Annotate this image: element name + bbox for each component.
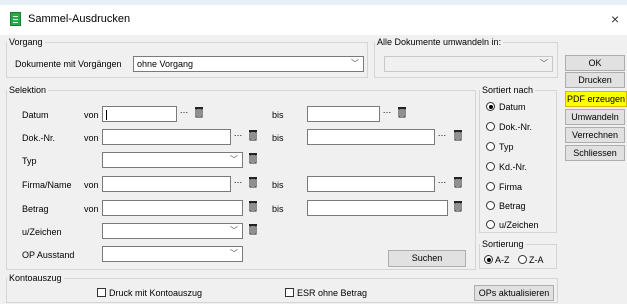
firma-bis-clear-icon[interactable] (453, 176, 463, 188)
umwandeln-legend: Alle Dokumente umwandeln in: (377, 37, 502, 47)
datum-bis-picker-icon[interactable]: … (381, 106, 393, 119)
datum-von-picker-icon[interactable]: … (178, 106, 190, 119)
betrag-bis-label: bis (272, 204, 284, 214)
sort-label-uzeichen: u/Zeichen (499, 220, 539, 230)
sort-label-betrag: Betrag (499, 201, 526, 211)
datum-von-clear-icon[interactable] (194, 106, 204, 118)
sort-radio-typ[interactable] (486, 142, 495, 151)
sortiert-legend: Sortiert nach (482, 85, 534, 95)
firma-bis-input[interactable] (307, 176, 435, 192)
sort-label-datum: Datum (499, 102, 526, 112)
chevron-down-icon: ﹀ (230, 249, 238, 258)
doknr-bis-picker-icon[interactable]: … (436, 129, 448, 142)
umwandeln-select[interactable]: ﹀ (384, 56, 553, 72)
sort-label-typ: Typ (499, 142, 514, 152)
firma-von-label: von (84, 180, 99, 190)
doknr-bis-label: bis (272, 133, 284, 143)
uzeichen-select[interactable]: ﹀ (102, 223, 243, 239)
sort-label-kdnr: Kd.-Nr. (499, 162, 528, 172)
datum-bis-label: bis (272, 110, 284, 120)
kontoauszug-legend: Kontoauszug (9, 273, 62, 283)
sort-label-firma: Firma (499, 182, 522, 192)
datum-label: Datum (22, 110, 49, 120)
firma-bis-label: bis (272, 180, 284, 190)
sort-radio-datum[interactable] (486, 102, 495, 111)
text-caret (106, 110, 107, 120)
schliessen-button[interactable]: Schliessen (565, 145, 625, 161)
doknr-label: Dok.-Nr. (22, 133, 56, 143)
sort-radio-betrag[interactable] (486, 201, 495, 210)
doknr-bis-clear-icon[interactable] (453, 129, 463, 141)
suchen-button[interactable]: Suchen (388, 250, 466, 267)
betrag-bis-input[interactable] (307, 200, 448, 216)
sortierung-group: Sortierung (479, 239, 557, 269)
doknr-von-picker-icon[interactable]: … (232, 129, 244, 142)
sortierung-radio-za[interactable] (518, 255, 527, 264)
doknr-von-label: von (84, 133, 99, 143)
firma-label: Firma/Name (22, 180, 72, 190)
sortierung-legend: Sortierung (482, 239, 524, 249)
vorgang-value: ohne Vorgang (137, 59, 194, 69)
uzeichen-label: u/Zeichen (22, 227, 62, 237)
sort-radio-firma[interactable] (486, 182, 495, 191)
esr-label: ESR ohne Betrag (297, 288, 368, 298)
kontoauszug-checkbox[interactable] (97, 288, 106, 297)
vorgang-select[interactable]: ohne Vorgang ﹀ (133, 56, 364, 72)
selektion-legend: Selektion (9, 85, 47, 95)
op-label: OP Ausstand (22, 250, 75, 260)
umwandeln-button[interactable]: Umwandeln (565, 109, 625, 125)
betrag-bis-clear-icon[interactable] (453, 200, 463, 212)
sortierung-label-za: Z-A (529, 255, 544, 265)
firma-von-picker-icon[interactable]: … (232, 176, 244, 189)
sortierung-radio-az[interactable] (484, 255, 493, 264)
kontoauszug-label: Druck mit Kontoauszug (109, 288, 203, 298)
betrag-von-label: von (84, 204, 99, 214)
betrag-label: Betrag (22, 204, 49, 214)
typ-select[interactable]: ﹀ (102, 152, 243, 168)
vorgang-legend: Vorgang (9, 37, 43, 47)
verrechnen-button[interactable]: Verrechnen (565, 127, 625, 143)
uzeichen-clear-icon[interactable] (248, 223, 258, 235)
drucken-button[interactable]: Drucken (565, 72, 625, 88)
firma-von-clear-icon[interactable] (248, 176, 258, 188)
op-select[interactable]: ﹀ (102, 246, 243, 262)
datum-bis-input[interactable] (307, 106, 380, 122)
chevron-down-icon: ﹀ (230, 155, 238, 164)
close-icon[interactable]: × (611, 11, 619, 27)
chevron-down-icon: ﹀ (351, 59, 359, 68)
chevron-down-icon: ﹀ (230, 226, 238, 235)
ops-aktualisieren-button[interactable]: OPs aktualisieren (474, 285, 554, 301)
vorgang-label: Dokumente mit Vorgängen (15, 59, 122, 69)
typ-clear-icon[interactable] (248, 152, 258, 164)
sort-label-doknr: Dok.-Nr. (499, 122, 533, 132)
esr-checkbox[interactable] (285, 288, 294, 297)
datum-von-label: von (84, 110, 99, 120)
firma-von-input[interactable] (102, 176, 231, 192)
ok-button[interactable]: OK (565, 55, 625, 71)
sortierung-label-az: A-Z (495, 255, 510, 265)
typ-label: Typ (22, 156, 37, 166)
sort-radio-doknr[interactable] (486, 122, 495, 131)
window-title: Sammel-Ausdrucken (28, 13, 131, 25)
dialog-body: Vorgang Dokumente mit Vorgängen ohne Vor… (0, 35, 627, 304)
doknr-bis-input[interactable] (307, 129, 435, 145)
betrag-von-clear-icon[interactable] (248, 200, 258, 212)
datum-bis-clear-icon[interactable] (397, 106, 407, 118)
firma-bis-picker-icon[interactable]: … (436, 176, 448, 189)
sort-radio-uzeichen[interactable] (486, 220, 495, 229)
doknr-von-input[interactable] (102, 129, 231, 145)
doknr-von-clear-icon[interactable] (248, 129, 258, 141)
betrag-von-input[interactable] (102, 200, 243, 216)
sort-radio-kdnr[interactable] (486, 162, 495, 171)
datum-von-input[interactable] (102, 106, 177, 122)
app-icon (10, 12, 21, 26)
pdf-erzeugen-button[interactable]: PDF erzeugen (565, 91, 627, 107)
chevron-down-icon: ﹀ (540, 59, 548, 68)
